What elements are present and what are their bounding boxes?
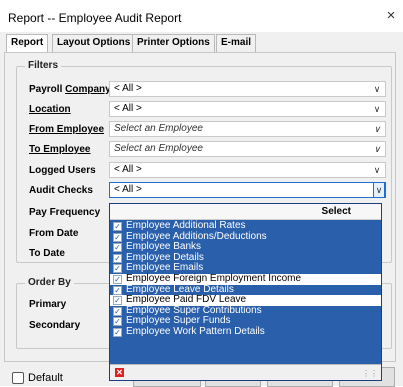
check-icon[interactable]: ✓ [113,253,122,263]
clear-icon[interactable]: ✕ [115,368,124,377]
audit-checks-list: ✓ Employee Additional Rates ✓ Employee Addi… [110,220,381,338]
to-date-label: To Date [29,248,65,259]
location-label: Location [29,104,71,115]
order-by-legend: Order By [25,277,74,288]
logged-users-select[interactable]: < All > ∨ [109,162,386,178]
chevron-down-icon[interactable]: ∨ [371,102,383,116]
secondary-label: Secondary [29,320,81,331]
dropdown-footer: ✕ ⋮⋮ [110,364,381,380]
pay-frequency-label: Pay Frequency [29,207,101,218]
chevron-down-icon[interactable]: ∨ [371,163,383,177]
check-icon[interactable]: ✓ [113,306,122,316]
chevron-down-icon[interactable]: ∨ [371,122,383,136]
dropdown-header: Select [110,204,381,220]
check-icon[interactable]: ✓ [113,232,122,242]
payroll-company-select[interactable]: < All > ∨ [109,81,386,97]
filters-legend: Filters [25,60,62,71]
close-icon[interactable]: × [383,8,399,24]
to-employee-label: To Employee [29,144,91,155]
chevron-down-icon[interactable]: ∨ [373,182,385,198]
resize-grip-icon[interactable]: ⋮⋮ [362,369,378,378]
from-employee-select[interactable]: Select an Employee ∨ [109,121,386,137]
tab-email[interactable]: E-mail [216,34,257,52]
check-icon[interactable]: ✓ [113,285,122,295]
audit-check-label: Employee Details [126,251,204,263]
audit-check-label: Employee Emails [126,262,204,274]
check-icon[interactable]: ✓ [113,274,122,284]
select-column-header[interactable]: Select [322,206,351,217]
audit-checks-label: Audit Checks [29,185,93,196]
to-employee-select[interactable]: Select an Employee ∨ [109,141,386,157]
audit-check-label: Employee Banks [126,241,202,253]
location-select[interactable]: < All > ∨ [109,101,386,117]
from-employee-label: From Employee [29,124,105,135]
report-window: Report -- Employee Audit Report × Report… [0,0,403,387]
audit-check-label: Employee Paid FDV Leave [126,294,247,306]
default-checkbox[interactable] [12,372,24,384]
audit-check-label: Employee Additional Rates [126,220,246,231]
check-icon[interactable]: ✓ [113,264,122,274]
audit-checks-select[interactable]: < All > ∨ [109,182,386,198]
tab-report[interactable]: Report [6,34,49,53]
audit-check-label: Employee Super Contributions [126,304,262,316]
tab-printer-options[interactable]: Printer Options [132,34,215,52]
primary-label: Primary [29,299,67,310]
audit-check-item[interactable]: ✓ Employee Work Pattern Details [110,325,381,338]
title-bar: Report -- Employee Audit Report × [0,0,403,32]
check-icon[interactable]: ✓ [113,243,122,253]
audit-check-label: Employee Work Pattern Details [126,325,265,337]
from-date-label: From Date [29,228,79,239]
check-icon[interactable]: ✓ [113,327,122,337]
default-label: Default [28,372,63,384]
audit-check-label: Employee Additions/Deductions [126,230,267,242]
window-title: Report -- Employee Audit Report [8,11,182,25]
check-icon[interactable]: ✓ [113,296,122,306]
logged-users-label: Logged Users [29,165,96,176]
audit-check-label: Employee Foreign Employment Income [126,272,302,284]
payroll-company-label: Payroll Company [29,84,111,95]
audit-check-label: Employee Leave Details [126,283,234,295]
audit-checks-dropdown[interactable]: Select ✓ Employee Additional Rates ✓ Employ… [109,203,382,381]
check-icon[interactable]: ✓ [113,222,122,231]
audit-check-label: Employee Super Funds [126,315,231,327]
chevron-down-icon[interactable]: ∨ [371,82,383,96]
chevron-down-icon[interactable]: ∨ [371,142,383,156]
check-icon[interactable]: ✓ [113,317,122,327]
tab-layout-options[interactable]: Layout Options [52,34,136,52]
